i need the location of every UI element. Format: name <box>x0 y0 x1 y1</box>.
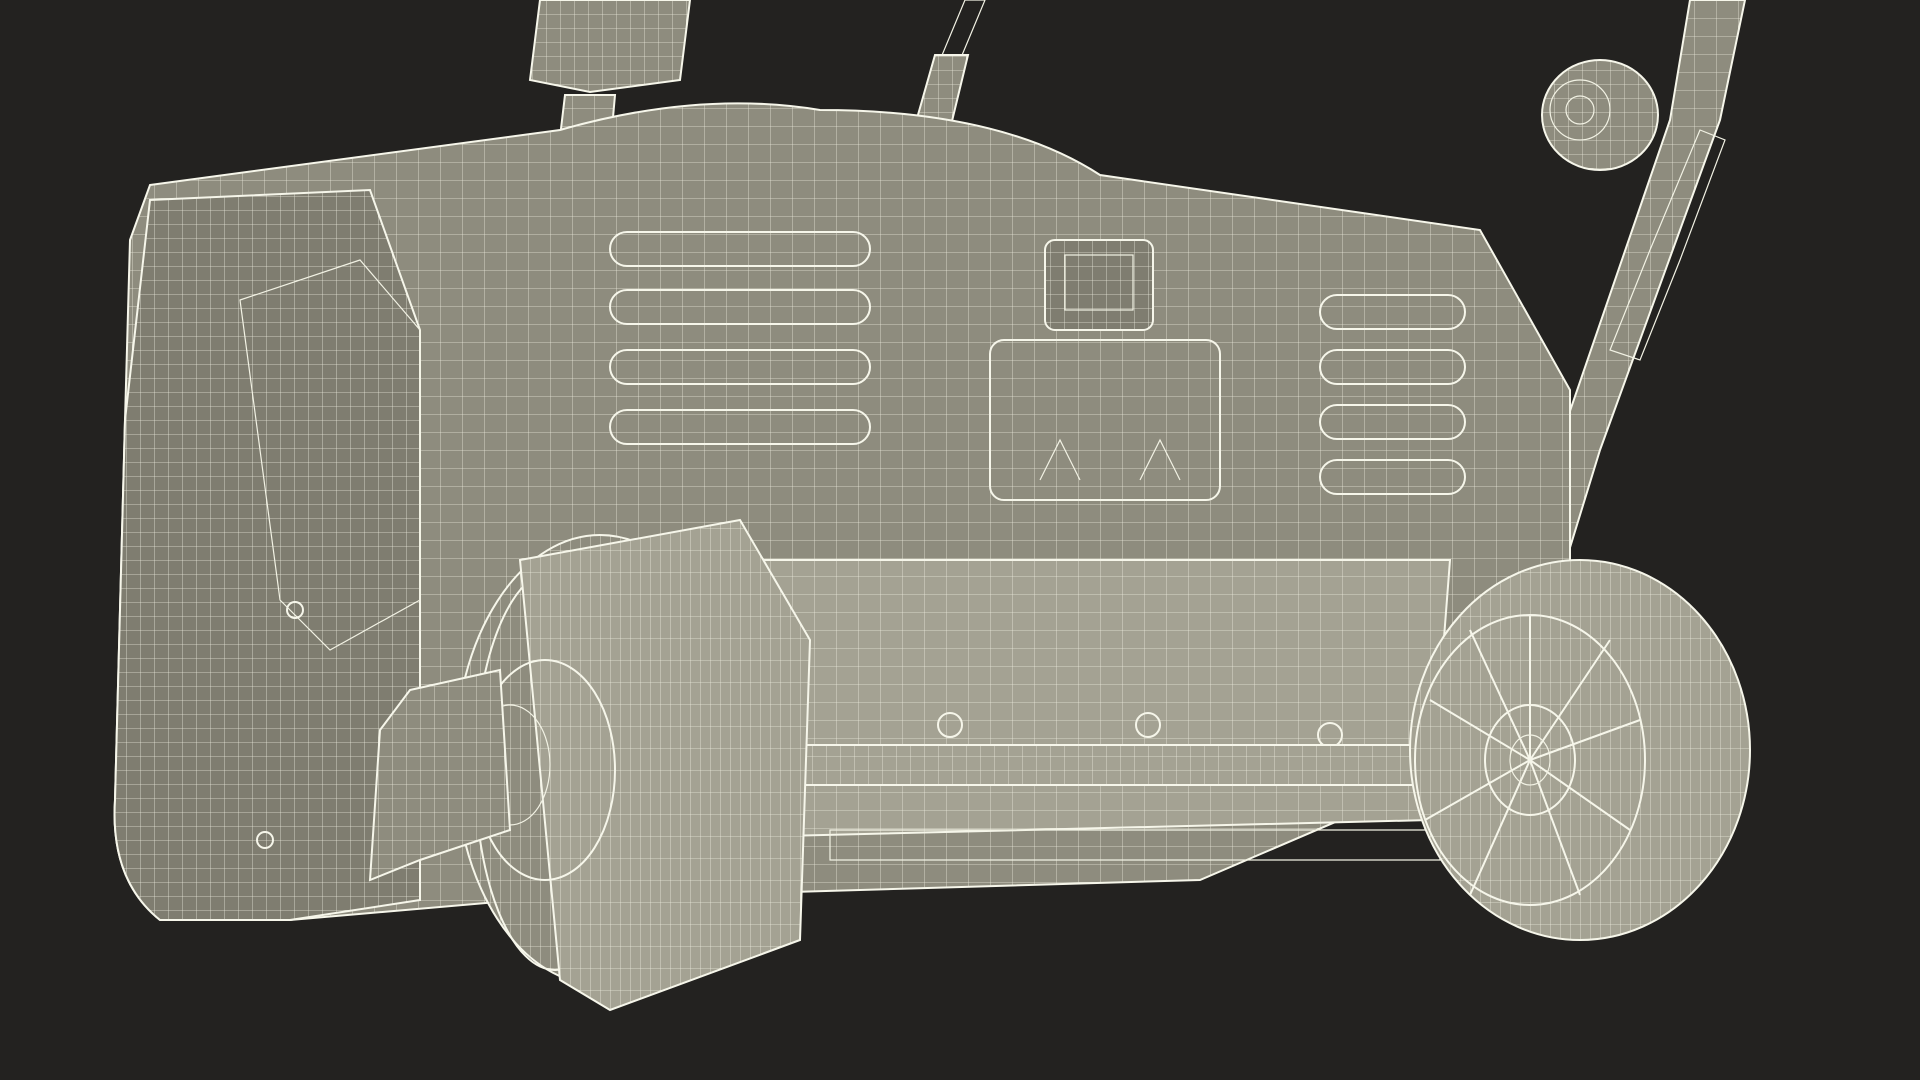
switch-button <box>1044 239 1154 331</box>
height-adjust-knob <box>1541 59 1659 171</box>
rear-wheel-right <box>1409 559 1751 941</box>
wireframe-render-canvas <box>0 0 1920 1080</box>
handle-top-left <box>528 0 692 94</box>
label-plate <box>989 339 1221 501</box>
